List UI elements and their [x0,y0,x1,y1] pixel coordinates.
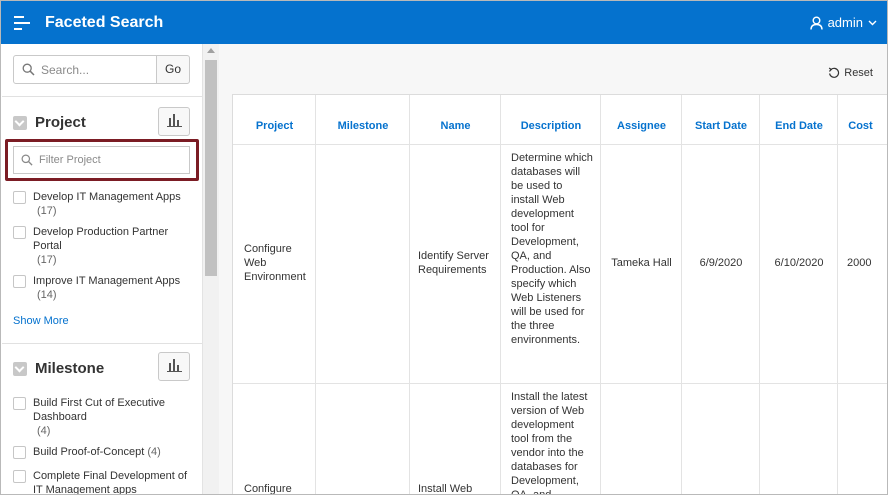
user-icon [809,16,823,30]
option-count: (17) [37,254,57,266]
option-label: Build Proof-of-Concept [33,446,145,458]
cell-description: Install the latest version of Web develo… [511,391,588,495]
checkbox[interactable] [13,226,26,239]
report-region: Reset Project Milestone Name Description… [219,44,887,495]
milestone-facet-title: Milestone [35,360,105,377]
column-header-project[interactable]: Project [233,120,316,132]
project-filter-input[interactable] [39,154,184,166]
project-facet-title: Project [35,114,86,131]
option-label: Improve IT Management Apps [33,275,181,287]
scroll-up-arrow-icon[interactable] [207,48,215,53]
checkbox[interactable] [13,275,26,288]
sidebar-scrollbar[interactable] [202,44,219,494]
column-header-description[interactable]: Description [501,120,601,132]
facets-sidebar: Go Project Develop IT [2,44,202,495]
reset-label: Reset [844,67,873,79]
cell-end-date: 6/10/2020 [774,257,824,269]
column-header-assignee[interactable]: Assignee [601,120,682,132]
milestone-chart-button[interactable] [158,352,190,381]
divider [2,343,202,344]
option-label: Complete Final Development of IT Managem… [33,470,188,495]
go-button[interactable]: Go [156,55,190,84]
collapse-toggle-icon[interactable] [13,361,27,376]
search-icon [22,63,35,76]
project-filter-wrapper [13,146,190,174]
cell-assignee: Tameka Hall [611,257,672,269]
username-label: admin [827,15,863,30]
checkbox[interactable] [13,470,26,483]
option-label: Develop Production Partner Portal [33,226,169,252]
chevron-down-icon [868,20,877,25]
divider [2,96,202,97]
scrollbar-thumb[interactable] [205,60,217,276]
show-more-link[interactable]: Show More [13,315,69,327]
reset-button[interactable]: Reset [828,67,873,79]
option-label: Develop IT Management Apps [33,191,181,203]
cell-project: Configure Web Environment [244,243,306,283]
column-header-end-date[interactable]: End Date [760,120,838,132]
milestone-facet-header: Milestone [13,360,104,377]
option-count: (4) [147,446,161,458]
column-header-cost[interactable]: Cost [838,120,883,132]
top-navigation-bar: Faceted Search admin [1,1,887,44]
hamburger-menu-icon[interactable] [14,16,32,30]
reset-icon [829,67,840,78]
cell-name: Install Web [418,483,473,495]
cell-description: Determine which databases will be used t… [511,152,593,346]
checkbox[interactable] [13,191,26,204]
option-count: (17) [37,205,57,217]
cell-start-date: 6/9/2020 [699,257,743,269]
user-menu[interactable]: admin [809,15,877,30]
report-table: Project Milestone Name Description Assig… [232,94,887,495]
app-window: Faceted Search admin Go Project [0,0,888,495]
column-header-milestone[interactable]: Milestone [316,120,410,132]
project-chart-button[interactable] [158,107,190,136]
collapse-toggle-icon[interactable] [13,115,27,130]
cell-cost: 2000 [847,257,872,269]
app-title: Faceted Search [45,14,164,31]
checkbox[interactable] [13,397,26,410]
option-count: (14) [37,289,57,301]
search-input[interactable] [41,62,151,77]
search-field-wrapper [13,55,157,84]
option-count: (4) [37,425,51,437]
option-label: Build First Cut of Executive Dashboard [33,397,166,423]
project-facet-header: Project [13,114,86,131]
column-header-start-date[interactable]: Start Date [682,120,760,132]
search-icon [21,154,33,166]
cell-project: Configure [244,483,292,495]
cell-name: Identify Server Requirements [418,250,489,276]
checkbox[interactable] [13,446,26,459]
column-header-name[interactable]: Name [410,120,501,132]
